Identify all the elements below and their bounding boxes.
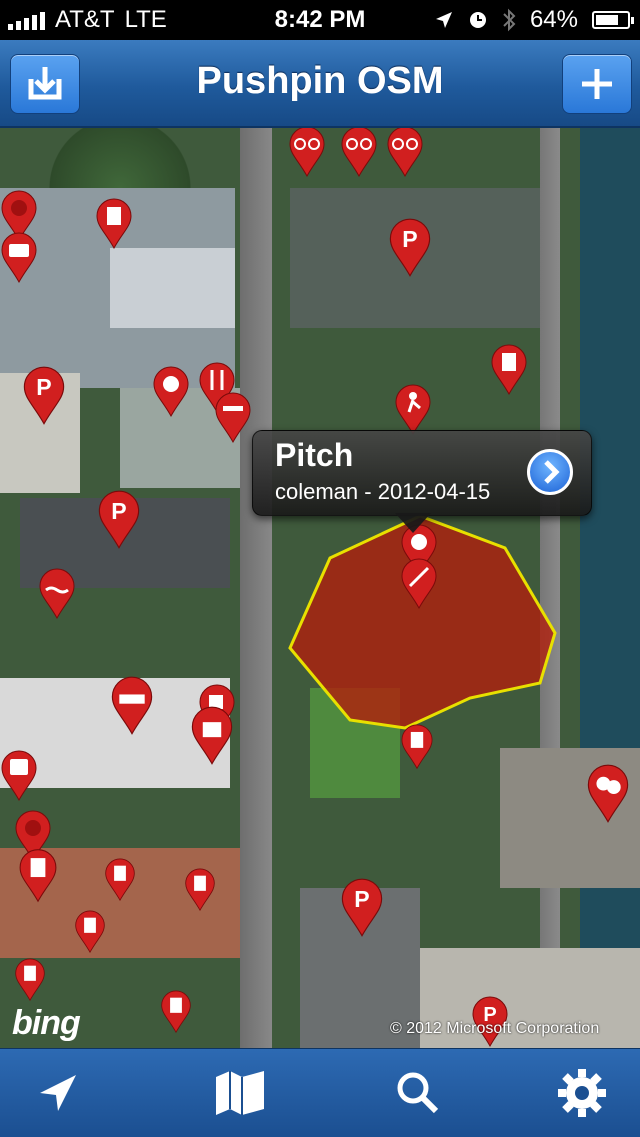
baseball-pin[interactable]	[400, 558, 438, 610]
settings-button[interactable]	[552, 1063, 612, 1123]
bicycle-pin[interactable]	[386, 128, 424, 178]
locate-me-button[interactable]	[28, 1063, 88, 1123]
hotel-pin[interactable]	[110, 676, 154, 736]
status-right: 64%	[434, 6, 634, 34]
search-icon	[397, 1072, 439, 1114]
location-services-icon	[435, 12, 452, 28]
location-arrow-icon	[40, 1075, 76, 1111]
add-button[interactable]	[562, 54, 632, 114]
bicycle-pin[interactable]	[288, 128, 326, 178]
navigation-bar: Pushpin OSM	[0, 40, 640, 128]
callout-subtitle: coleman - 2012-04-15	[275, 479, 491, 504]
search-button[interactable]	[388, 1063, 448, 1123]
shopping-pin[interactable]	[190, 706, 234, 766]
building-pin[interactable]	[95, 198, 133, 250]
credit-card-pin[interactable]	[0, 232, 38, 284]
map-layers-button[interactable]	[210, 1063, 270, 1123]
building-pin[interactable]	[14, 958, 46, 1002]
building-pin[interactable]	[490, 344, 528, 396]
callout-tail	[395, 513, 431, 533]
bluetooth-icon	[503, 8, 516, 32]
bicycle-pin[interactable]	[340, 128, 378, 178]
plus-icon	[582, 69, 612, 99]
chevron-right-icon	[544, 460, 560, 484]
parking-pin[interactable]: P	[340, 878, 384, 938]
svg-text:P: P	[111, 498, 126, 524]
svg-text:P: P	[402, 226, 417, 252]
sports-pin[interactable]	[394, 384, 432, 436]
battery-percent: 64%	[529, 6, 578, 33]
building-pin[interactable]	[74, 910, 106, 954]
parking-pin[interactable]: P	[388, 218, 432, 278]
bus-stop-pin[interactable]	[0, 750, 38, 802]
battery-icon	[592, 11, 634, 29]
building-pin[interactable]	[184, 868, 216, 912]
building-pin[interactable]	[104, 858, 136, 902]
status-bar: AT&T LTE 8:42 PM 64%	[0, 0, 640, 40]
bing-logo: bing	[12, 1004, 81, 1042]
svg-text:P: P	[36, 374, 51, 400]
map-copyright: © 2012 Microsoft Corporation	[390, 1020, 600, 1037]
gear-icon	[558, 1069, 606, 1117]
bank-pin[interactable]	[152, 366, 190, 418]
theatre-pin[interactable]	[586, 764, 630, 824]
building-pin[interactable]	[400, 724, 434, 770]
map-view[interactable]: P P P P P Pitch coleman - 2012-04-15	[0, 128, 640, 1048]
alarm-clock-icon	[469, 12, 486, 28]
map-icon	[216, 1071, 264, 1115]
callout-title: Pitch	[275, 437, 354, 473]
parking-pin[interactable]: P	[22, 366, 66, 426]
pin-callout[interactable]: Pitch coleman - 2012-04-15	[252, 430, 592, 533]
bench-pin[interactable]	[214, 392, 252, 444]
svg-text:P: P	[354, 886, 369, 912]
page-title: Pushpin OSM	[196, 60, 444, 102]
detail-disclosure-button[interactable]	[527, 449, 573, 495]
parking-pin[interactable]: P	[97, 490, 141, 550]
bottom-toolbar	[0, 1048, 640, 1137]
building-pin[interactable]	[18, 848, 58, 904]
building-pin[interactable]	[160, 990, 192, 1034]
swimming-pin[interactable]	[38, 568, 76, 620]
